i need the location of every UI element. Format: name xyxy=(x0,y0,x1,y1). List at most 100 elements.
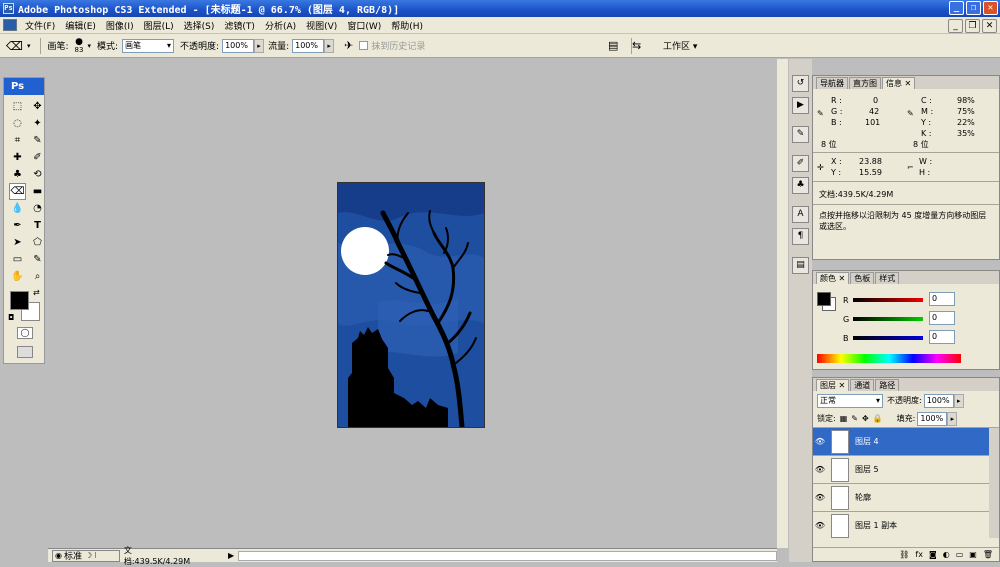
menu-help[interactable]: 帮助(H) xyxy=(386,19,428,32)
status-menu-arrow-icon[interactable]: ▶ xyxy=(228,551,234,560)
fg-color-swatch[interactable] xyxy=(817,292,831,306)
menu-select[interactable]: 选择(S) xyxy=(179,19,220,32)
workspace-menu[interactable]: 工作区 ▾ xyxy=(663,39,697,52)
airbrush-icon[interactable]: ✈ xyxy=(344,39,353,52)
screen-mode-icon[interactable] xyxy=(17,346,33,358)
gradient-tool-icon[interactable]: ▬ xyxy=(29,183,46,200)
layer-row[interactable]: 👁 轮廓 xyxy=(813,484,999,512)
paragraph-panel-icon[interactable]: ¶ xyxy=(792,228,809,245)
link-layers-icon[interactable]: ⛓ xyxy=(899,550,909,559)
path-selection-tool-icon[interactable]: ➤ xyxy=(9,234,26,251)
new-group-icon[interactable]: ▭ xyxy=(956,550,964,559)
blur-tool-icon[interactable]: 💧 xyxy=(9,200,26,217)
dodge-tool-icon[interactable]: ◔ xyxy=(29,200,46,217)
notes-tool-icon[interactable]: ▭ xyxy=(9,251,26,268)
g-slider[interactable] xyxy=(853,317,923,321)
marquee-tool-icon[interactable]: ⬚ xyxy=(9,98,26,115)
tab-navigator[interactable]: 导航器 xyxy=(816,77,848,89)
layer-opacity-slider-button[interactable]: ▸ xyxy=(953,393,964,408)
r-input[interactable]: 0 xyxy=(929,292,955,306)
b-slider[interactable] xyxy=(853,336,923,340)
tab-swatches[interactable]: 色板 xyxy=(850,272,875,284)
layer-opacity-input[interactable]: 100% xyxy=(923,393,954,408)
layer-style-icon[interactable]: fx xyxy=(915,550,923,559)
eye-icon[interactable]: 👁 xyxy=(813,465,827,474)
tab-color[interactable]: 颜色 ✕ xyxy=(816,272,850,284)
doc-minimize-button[interactable]: _ xyxy=(948,19,963,33)
layer-row[interactable]: 👁 图层 4 xyxy=(813,428,999,456)
menu-layer[interactable]: 图层(L) xyxy=(139,19,179,32)
pen-tool-icon[interactable]: ✒ xyxy=(9,217,26,234)
mode-select[interactable]: 画笔 ▾ xyxy=(122,38,175,53)
layer-row[interactable]: 👁 图层 5 xyxy=(813,456,999,484)
clone-source-panel-icon[interactable]: ♣ xyxy=(792,177,809,194)
magic-wand-tool-icon[interactable]: ✦ xyxy=(29,115,46,132)
lock-image-icon[interactable]: ✎ xyxy=(851,414,858,423)
menu-analysis[interactable]: 分析(A) xyxy=(260,19,301,32)
history-panel-icon[interactable]: ↺ xyxy=(792,75,809,92)
eyedropper-tool-icon[interactable]: ✎ xyxy=(29,132,46,149)
blend-mode-select[interactable]: 正常 ▾ xyxy=(817,393,883,408)
eraser-tool-icon[interactable]: ⌫ xyxy=(9,183,26,200)
r-slider[interactable] xyxy=(853,298,923,302)
tab-layers[interactable]: 图层 ✕ xyxy=(816,379,850,391)
opacity-input[interactable]: 100% xyxy=(222,38,255,53)
close-icon[interactable]: ✕ xyxy=(839,381,846,390)
quick-mask-icon[interactable]: ◯ xyxy=(17,327,33,339)
close-button[interactable]: ✕ xyxy=(983,1,998,15)
eye-icon[interactable]: 👁 xyxy=(813,521,827,530)
delete-layer-icon[interactable]: 🗑 xyxy=(983,550,993,559)
eye-icon[interactable]: 👁 xyxy=(813,437,827,446)
b-input[interactable]: 0 xyxy=(929,330,955,344)
tab-info[interactable]: 信息 ✕ xyxy=(882,77,916,89)
type-tool-icon[interactable]: T xyxy=(29,217,46,234)
fill-input[interactable]: 100% xyxy=(917,411,948,426)
g-input[interactable]: 0 xyxy=(929,311,955,325)
fill-slider-button[interactable]: ▸ xyxy=(947,411,958,426)
menu-view[interactable]: 视图(V) xyxy=(301,19,342,32)
flow-slider-button[interactable]: ▸ xyxy=(324,38,335,53)
menu-image[interactable]: 图像(I) xyxy=(101,19,139,32)
actions-panel-icon[interactable]: ▶ xyxy=(792,97,809,114)
lock-all-icon[interactable]: 🔒 xyxy=(873,414,883,423)
tab-channels[interactable]: 通道 xyxy=(850,379,875,391)
new-layer-icon[interactable]: ▣ xyxy=(969,550,977,559)
brushes-panel-icon[interactable]: ✐ xyxy=(792,155,809,172)
swap-colors-icon[interactable]: ⇄ xyxy=(33,288,40,297)
lasso-tool-icon[interactable]: ◌ xyxy=(9,115,26,132)
close-icon[interactable]: ✕ xyxy=(905,79,912,88)
move-tool-icon[interactable]: ✥ xyxy=(29,98,46,115)
brush-picker-arrow-icon[interactable]: ▾ xyxy=(87,42,91,50)
tab-histogram[interactable]: 直方图 xyxy=(849,77,881,89)
adjustment-layer-icon[interactable]: ◐ xyxy=(943,550,950,559)
layers-scrollbar[interactable] xyxy=(989,428,999,538)
tool-presets-panel-icon[interactable]: ✎ xyxy=(792,126,809,143)
menu-file[interactable]: 文件(F) xyxy=(20,19,60,32)
restore-button[interactable]: ❐ xyxy=(966,1,981,15)
doc-restore-button[interactable]: ❐ xyxy=(965,19,980,33)
zoom-tool-icon[interactable]: ⌕ xyxy=(29,268,46,285)
brush-preview[interactable]: ● 83 xyxy=(75,37,84,54)
screen-mode-group[interactable]: ◉ 标准 ☽ ⁝ xyxy=(52,549,120,562)
minimize-button[interactable]: _ xyxy=(949,1,964,15)
layer-row[interactable]: 👁 图层 1 副本 xyxy=(813,512,999,538)
tab-paths[interactable]: 路径 xyxy=(875,379,900,391)
color-sampler-tool-icon[interactable]: ✎ xyxy=(29,251,46,268)
erase-to-history-checkbox[interactable] xyxy=(359,41,369,50)
character-panel-icon[interactable]: A xyxy=(792,206,809,223)
vertical-scrollbar[interactable] xyxy=(777,59,788,548)
eye-icon[interactable]: 👁 xyxy=(813,493,827,502)
brush-tool-icon[interactable]: ✐ xyxy=(29,149,46,166)
document-icon[interactable] xyxy=(3,19,17,31)
color-spectrum-ramp[interactable] xyxy=(817,354,961,363)
default-colors-icon[interactable]: ◘ xyxy=(8,313,14,322)
hand-tool-icon[interactable]: ✋ xyxy=(9,268,26,285)
healing-brush-tool-icon[interactable]: ✚ xyxy=(9,149,26,166)
crop-tool-icon[interactable]: ⌗ xyxy=(9,132,26,149)
lock-position-icon[interactable]: ✥ xyxy=(862,414,869,423)
shape-tool-icon[interactable]: ⬠ xyxy=(29,234,46,251)
eraser-tool-icon[interactable]: ⌫ xyxy=(6,39,23,53)
opacity-slider-button[interactable]: ▸ xyxy=(254,38,265,53)
bridge-icon[interactable]: ⇆ xyxy=(632,39,641,52)
tool-preset-dropdown-icon[interactable]: ▾ xyxy=(27,42,31,50)
